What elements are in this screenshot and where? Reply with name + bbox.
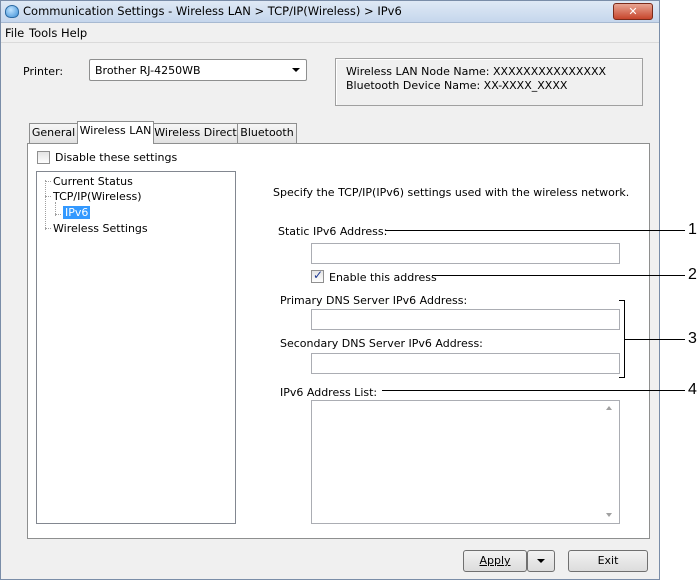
enable-address-label: Enable this address: [329, 271, 437, 284]
tab-wireless-lan[interactable]: Wireless LAN: [77, 121, 154, 144]
primary-dns-label: Primary DNS Server IPv6 Address:: [280, 294, 468, 307]
title-bar: Communication Settings - Wireless LAN > …: [1, 1, 659, 23]
tab-general[interactable]: General: [29, 123, 78, 143]
tree-item-current-status[interactable]: Current Status: [53, 175, 133, 188]
printer-select[interactable]: Brother RJ-4250WB: [89, 59, 307, 81]
chevron-down-icon: [537, 559, 545, 563]
callout-line-4: [382, 390, 685, 391]
callout-3: 3: [688, 330, 697, 347]
callout-line-3: [625, 339, 685, 340]
callout-4: 4: [688, 381, 697, 398]
apply-dropdown-button[interactable]: [527, 550, 555, 572]
tree-connector: [45, 228, 51, 229]
wireless-node-name: Wireless LAN Node Name: XXXXXXXXXXXXXXX: [346, 65, 607, 78]
secondary-dns-input[interactable]: [311, 353, 620, 374]
disable-settings-label: Disable these settings: [55, 151, 178, 164]
tab-bluetooth[interactable]: Bluetooth: [237, 123, 297, 143]
printer-info-box: Wireless LAN Node Name: XXXXXXXXXXXXXXX …: [335, 58, 643, 106]
tree-item-ipv6[interactable]: IPv6: [63, 206, 91, 219]
tab-wireless-direct[interactable]: Wireless Direct: [153, 123, 238, 143]
menu-file[interactable]: File: [5, 26, 24, 40]
scroll-up-icon[interactable]: [606, 406, 612, 410]
app-icon: [5, 5, 19, 18]
disable-settings-checkbox[interactable]: [37, 151, 50, 164]
panel-description: Specify the TCP/IP(IPv6) settings used w…: [273, 186, 630, 199]
enable-address-checkbox[interactable]: [311, 268, 324, 283]
ipv6-address-list-label: IPv6 Address List:: [280, 386, 378, 399]
menu-tools[interactable]: Tools: [29, 26, 57, 40]
window-title: Communication Settings - Wireless LAN > …: [23, 4, 402, 18]
printer-label: Printer:: [23, 65, 64, 78]
secondary-dns-label: Secondary DNS Server IPv6 Address:: [280, 337, 483, 350]
tree-item-tcpip-wireless[interactable]: TCP/IP(Wireless): [53, 190, 142, 203]
tree-connector: [45, 196, 51, 197]
primary-dns-input[interactable]: [311, 309, 620, 330]
static-ipv6-label: Static IPv6 Address:: [278, 225, 388, 238]
callout-line-2: [432, 275, 685, 276]
chevron-down-icon: [292, 68, 300, 72]
tree-item-wireless-settings[interactable]: Wireless Settings: [53, 222, 148, 235]
settings-tree: Current Status TCP/IP(Wireless) IPv6 Wir…: [36, 171, 236, 524]
apply-button[interactable]: Apply: [463, 550, 527, 572]
bluetooth-device-name: Bluetooth Device Name: XX-XXXX_XXXX: [346, 79, 568, 92]
tree-connector: [55, 214, 61, 215]
exit-button[interactable]: Exit: [568, 550, 648, 572]
tree-connector: [45, 180, 46, 230]
static-ipv6-input[interactable]: [311, 243, 620, 264]
ipv6-address-list[interactable]: [311, 400, 620, 524]
apply-button-label: Apply: [479, 554, 511, 567]
communication-settings-window: Communication Settings - Wireless LAN > …: [0, 0, 660, 580]
scroll-down-icon[interactable]: [606, 513, 612, 517]
menu-help[interactable]: Help: [61, 26, 87, 40]
callout-2: 2: [688, 266, 697, 283]
callout-line-1: [385, 230, 685, 231]
printer-select-value: Brother RJ-4250WB: [95, 64, 201, 77]
tree-connector: [45, 181, 51, 182]
close-button[interactable]: ✕: [613, 3, 653, 20]
callout-1: 1: [688, 221, 697, 238]
exit-button-label: Exit: [597, 554, 619, 567]
menu-bar: File Tools Help: [1, 23, 659, 43]
